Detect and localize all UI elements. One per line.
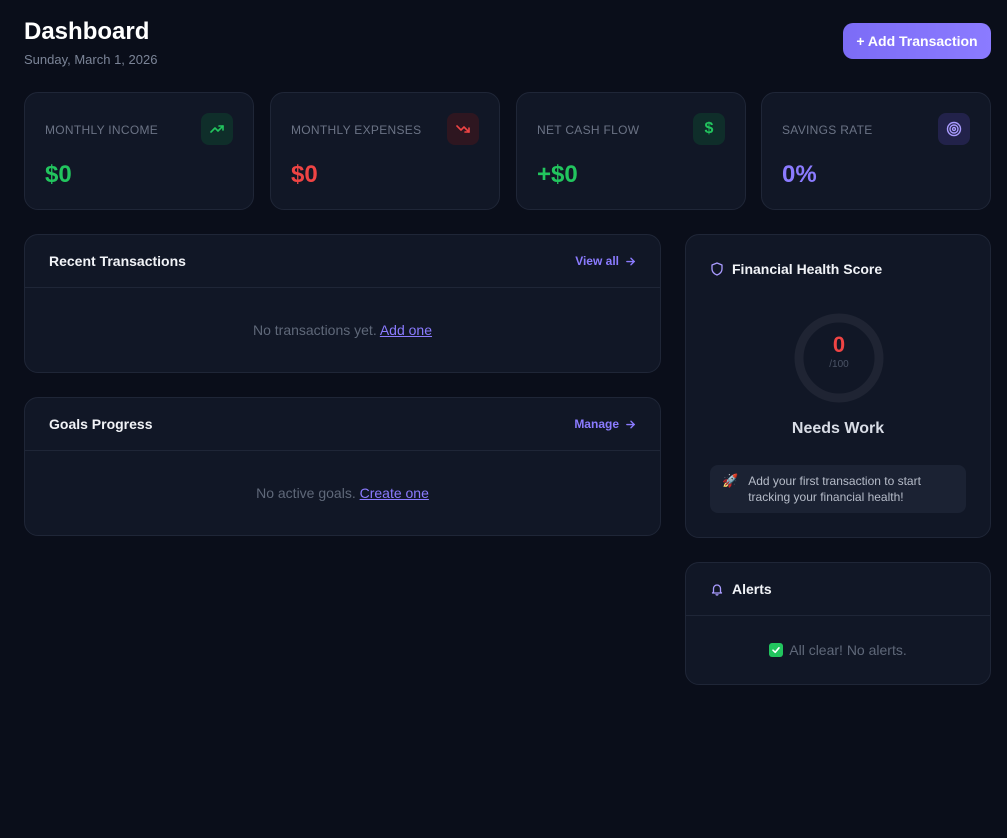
shield-icon [711,262,723,276]
page-header: Dashboard Sunday, March 1, 2026 [24,16,157,67]
arrow-right-icon [626,257,636,265]
card-title: Recent Transactions [49,253,186,269]
check-icon [769,643,784,657]
stat-label: MONTHLY INCOME [45,123,159,137]
dashboard-page: Dashboard Sunday, March 1, 2026 + Add Tr… [0,0,1007,838]
rocket-icon: 🚀 [722,473,739,488]
empty-state: No active goals. Create one [25,451,660,501]
card-title: Goals Progress [49,416,153,432]
stat-label: MONTHLY EXPENSES [291,123,422,137]
card-header: Recent Transactions View all [25,235,660,288]
link-label: View all [575,254,619,268]
add-transaction-button[interactable]: + Add Transaction [843,23,991,59]
view-all-link[interactable]: View all [575,254,636,268]
card-title: Financial Health Score [732,261,883,277]
recent-transactions-card: Recent Transactions View all No transact… [24,234,661,373]
trending-down-icon [447,113,479,145]
manage-link[interactable]: Manage [574,417,636,431]
stat-card-monthly-expenses: MONTHLY EXPENSES $0 [270,92,500,210]
card-title: Alerts [732,581,772,597]
page-title: Dashboard [24,18,150,45]
target-icon [938,113,970,145]
create-one-link[interactable]: Create one [360,485,429,501]
empty-text: No active goals. [256,485,356,501]
stat-label: NET CASH FLOW [537,123,640,137]
stat-value: +$0 [537,161,578,188]
card-header: Alerts [686,563,990,616]
tip-text: Add your first transaction to start trac… [748,474,921,504]
arrow-right-icon [626,420,636,428]
link-label: Manage [574,417,619,431]
health-tip: 🚀 Add your first transaction to start tr… [710,465,966,513]
stat-card-savings-rate: SAVINGS RATE 0% [761,92,991,210]
financial-health-card: Financial Health Score 0 /100 Needs Work… [685,234,991,538]
alerts-card: Alerts All clear! No alerts. [685,562,991,685]
health-score-gauge [794,313,884,403]
empty-text: No transactions yet. [252,322,377,338]
current-date: Sunday, March 1, 2026 [24,52,158,67]
stat-label: SAVINGS RATE [782,123,873,137]
stat-value: $0 [45,161,72,188]
stat-value: 0% [782,161,817,188]
trending-up-icon [201,113,233,145]
stat-card-net-cash-flow: NET CASH FLOW $ +$0 [516,92,746,210]
empty-text: All clear! No alerts. [789,642,907,658]
stat-value: $0 [291,161,318,188]
health-score-value: 0 [832,332,846,357]
card-header: Financial Health Score [686,235,990,277]
empty-state: All clear! No alerts. [686,616,990,658]
health-score-max: /100 [829,359,849,370]
add-one-link[interactable]: Add one [380,322,432,338]
empty-state: No transactions yet. Add one [25,288,660,338]
bell-icon [711,584,723,596]
card-header: Goals Progress Manage [25,398,660,451]
stat-card-monthly-income: MONTHLY INCOME $0 [24,92,254,210]
health-status: Needs Work [791,420,885,437]
dollar-icon: $ [693,113,725,145]
goals-progress-card: Goals Progress Manage No active goals. C… [24,397,661,536]
